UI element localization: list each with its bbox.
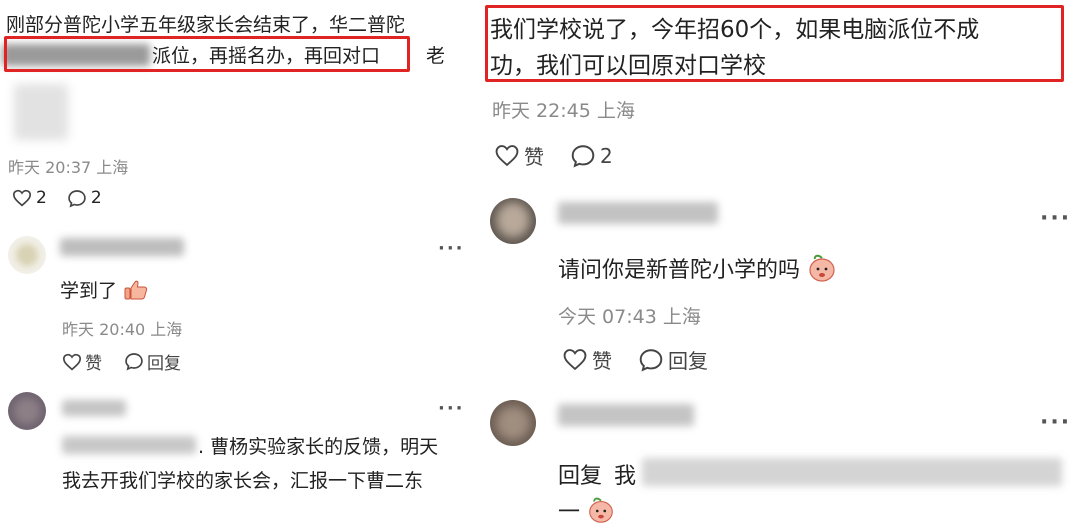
more-dots-icon[interactable]: ···: [1040, 410, 1071, 435]
thumbs-up-emoji: [123, 279, 149, 301]
reply-button[interactable]: 回复: [124, 349, 181, 374]
heart-icon: [562, 348, 588, 371]
like-button[interactable]: 赞: [562, 345, 612, 374]
left-highlight-box: [4, 36, 410, 72]
right-reply2-line2-row: 一: [558, 494, 616, 526]
avatar[interactable]: [8, 236, 46, 274]
reply-label: 回复: [147, 354, 181, 374]
more-dots-icon[interactable]: ···: [438, 238, 465, 259]
right-reply1-actions: 赞 回复: [562, 345, 708, 374]
like-button[interactable]: 赞: [494, 141, 544, 170]
comment-bubble-icon: [124, 352, 144, 371]
like-label: 赞: [592, 349, 612, 373]
comment-bubble-icon: [570, 144, 596, 168]
heart-icon: [494, 144, 520, 167]
like-button[interactable]: 赞: [62, 349, 102, 374]
reply-label: 回复: [668, 349, 708, 373]
left-post-actions: 2 2: [12, 188, 102, 208]
comment-count: 2: [90, 188, 102, 208]
heart-icon: [12, 189, 32, 207]
left-reply2-line2: 我去开我们学校的家长会，汇报一下曹二东: [62, 470, 424, 492]
right-post-actions: 赞 2: [494, 141, 613, 170]
like-button[interactable]: 2: [12, 188, 47, 208]
reply-button[interactable]: 回复: [638, 345, 708, 374]
like-label: 赞: [85, 354, 102, 374]
left-reply1-text-row: 学到了: [60, 276, 149, 303]
comment-button[interactable]: 2: [570, 144, 613, 168]
heart-icon: [62, 353, 82, 371]
reply-username-blurred: [558, 202, 718, 224]
left-reply1-text: 学到了: [60, 280, 118, 302]
reply-username-blurred: [60, 238, 184, 256]
like-count: 2: [36, 188, 47, 208]
avatar[interactable]: [490, 198, 536, 244]
like-label: 赞: [524, 145, 544, 169]
left-reply1-time: 昨天 20:40 上海: [62, 320, 183, 339]
left-post-time: 昨天 20:37 上海: [8, 158, 129, 177]
right-reply2-row: 回复 我: [558, 458, 636, 490]
comment-bubble-icon: [638, 348, 664, 372]
left-reply2-line1: . 曹杨实验家长的反馈，明天: [198, 436, 439, 458]
right-post-time: 昨天 22:45 上海: [492, 100, 635, 122]
right-reply2-prefix: 回复: [558, 464, 603, 489]
left-reply2-blurred-text: [62, 436, 196, 454]
peach-face-emoji: [806, 252, 838, 284]
peach-face-emoji: [586, 495, 616, 525]
more-dots-icon[interactable]: ···: [438, 398, 465, 419]
right-reply2-blurred-text: [642, 458, 1062, 486]
reply-username-blurred: [558, 404, 694, 426]
right-reply2-line2: 一: [558, 500, 581, 525]
left-reply1-actions: 赞 回复: [62, 349, 181, 374]
right-reply1-text: 请问你是新普陀小学的吗: [558, 258, 801, 283]
avatar[interactable]: [8, 392, 46, 430]
left-post-line2-tail: 老: [426, 45, 446, 67]
left-post-line1: 刚部分普陀小学五年级家长会结束了，华二普陀: [6, 14, 406, 36]
comment-count: 2: [600, 143, 613, 168]
comment-bubble-icon: [67, 189, 87, 208]
right-reply2-partial: 我: [614, 464, 637, 489]
comment-button[interactable]: 2: [67, 188, 102, 208]
right-reply1-text-row: 请问你是新普陀小学的吗: [558, 252, 838, 284]
left-post-blurred-area: [14, 84, 68, 140]
right-reply1-time: 今天 07:43 上海: [558, 306, 701, 328]
reply-username-blurred: [62, 400, 126, 416]
avatar[interactable]: [490, 400, 536, 446]
more-dots-icon[interactable]: ···: [1040, 206, 1071, 231]
right-highlight-box: [485, 5, 1064, 82]
